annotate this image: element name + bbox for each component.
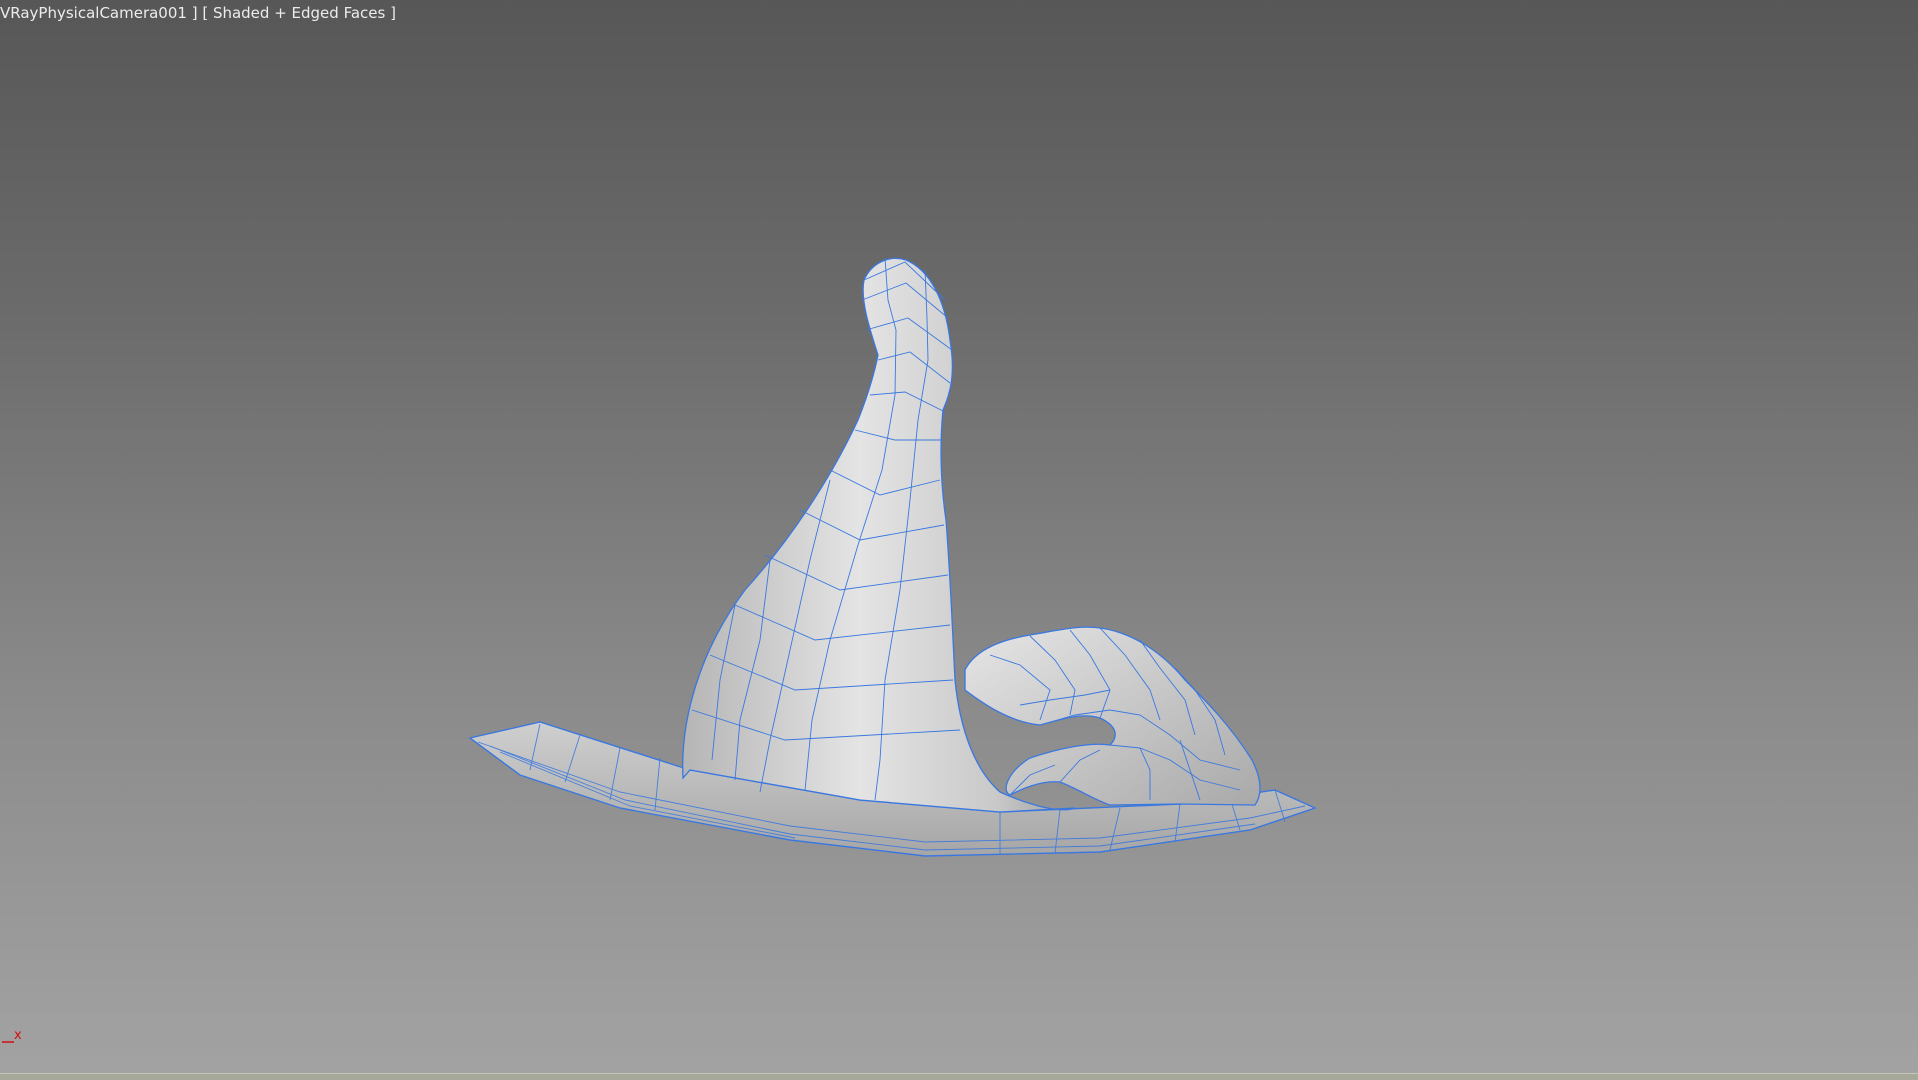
axis-gizmo: x bbox=[2, 1028, 22, 1043]
status-strip bbox=[0, 1073, 1918, 1080]
tail-curl bbox=[964, 626, 1261, 806]
x-axis-label: x bbox=[14, 1028, 22, 1043]
neck-body bbox=[682, 257, 1076, 813]
viewport[interactable]: VRayPhysicalCamera001 ] [ Shaded + Edged… bbox=[0, 0, 1918, 1074]
mesh-model bbox=[468, 257, 1317, 857]
